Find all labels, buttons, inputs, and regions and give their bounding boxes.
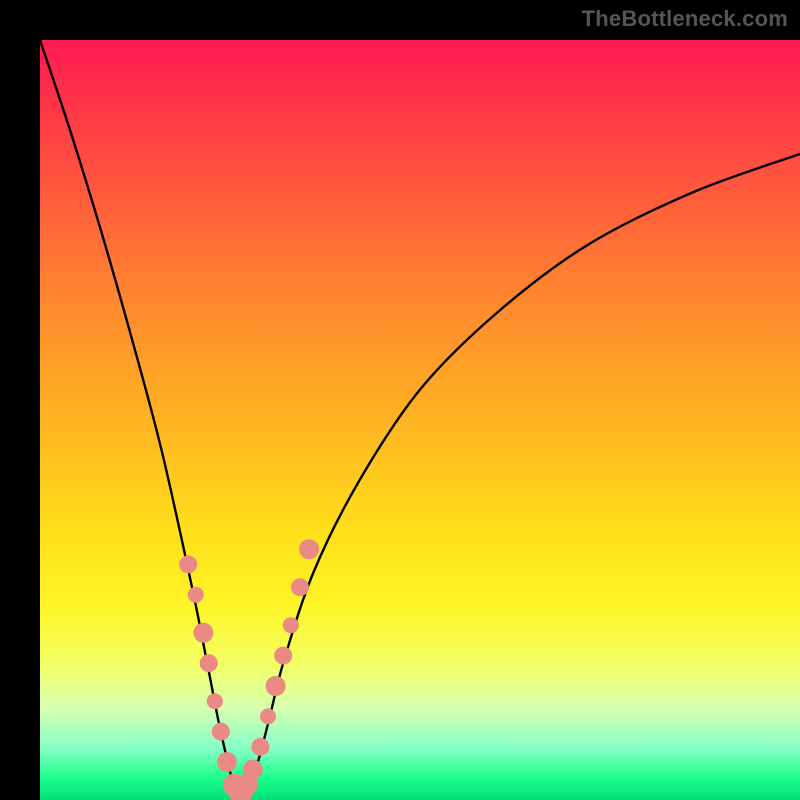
chart-svg <box>40 40 800 800</box>
curve-marker <box>299 539 319 559</box>
curve-marker <box>274 647 292 665</box>
curve-marker <box>207 693 223 709</box>
watermark-text: TheBottleneck.com <box>582 6 788 32</box>
curve-marker <box>283 617 299 633</box>
curve-marker <box>217 752 237 772</box>
marker-group <box>179 539 319 800</box>
curve-marker <box>260 708 276 724</box>
curve-marker <box>200 654 218 672</box>
curve-marker <box>266 676 286 696</box>
plot-area <box>40 40 800 800</box>
chart-frame: TheBottleneck.com <box>0 0 800 800</box>
curve-marker <box>179 555 197 573</box>
curve-marker <box>291 578 309 596</box>
curve-marker <box>251 738 269 756</box>
curve-marker <box>193 623 213 643</box>
curve-marker <box>243 760 263 780</box>
bottleneck-curve <box>40 40 800 794</box>
curve-marker <box>212 723 230 741</box>
curve-marker <box>188 587 204 603</box>
